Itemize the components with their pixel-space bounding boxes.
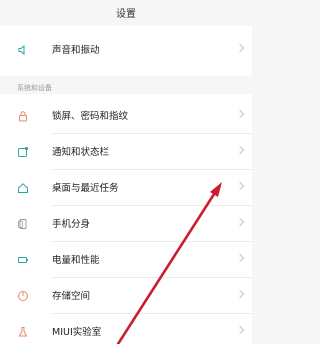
settings-item-label: 桌面与最近任务: [52, 183, 119, 194]
chevron-right-icon: [235, 145, 245, 155]
chevron-right-icon: [235, 325, 245, 335]
chevron-right-icon: [235, 109, 245, 119]
settings-item-dual-space[interactable]: 手机分身: [0, 206, 252, 242]
settings-item-label: 存储空间: [52, 291, 91, 302]
settings-item-storage[interactable]: 存储空间: [0, 278, 252, 314]
settings-item-battery[interactable]: 电量和性能: [0, 242, 252, 278]
settings-item-sound[interactable]: 声音和振动: [0, 32, 252, 68]
chevron-right-icon: [235, 181, 245, 191]
settings-item-label: 锁屏、密码和指纹: [52, 111, 129, 122]
settings-item-notifications[interactable]: 通知和状态栏: [0, 134, 252, 170]
home-icon: [18, 183, 28, 193]
settings-item-label: 手机分身: [52, 219, 91, 230]
lock-icon: [19, 111, 27, 122]
notification-icon: [18, 146, 29, 157]
settings-item-lockscreen[interactable]: 锁屏、密码和指纹: [0, 98, 252, 134]
settings-item-miui-lab[interactable]: MIUI实验室: [0, 314, 252, 344]
dual-phone-icon: [18, 219, 27, 229]
top-settings-group: 声音和振动: [0, 26, 252, 76]
settings-item-label: 声音和振动: [52, 45, 100, 56]
storage-icon: [18, 291, 28, 301]
speaker-icon: [18, 44, 25, 56]
chevron-right-icon: [235, 217, 245, 227]
lab-icon: [18, 327, 28, 337]
settings-item-label: 通知和状态栏: [52, 147, 110, 158]
page-title: 设置: [116, 9, 136, 20]
chevron-right-icon: [235, 253, 245, 263]
settings-item-home-screen[interactable]: 桌面与最近任务: [0, 170, 252, 206]
chevron-right-icon: [235, 289, 245, 299]
system-settings-group: 锁屏、密码和指纹 通知和状态栏 桌面与最近任务 手机分身 电量和性能 存储空间 …: [0, 94, 252, 344]
section-title-system: 系统和设备: [17, 84, 52, 92]
battery-icon: [18, 257, 28, 263]
settings-item-label: MIUI实验室: [52, 327, 102, 338]
settings-item-label: 电量和性能: [52, 255, 100, 266]
page-header: 设置: [0, 0, 252, 26]
chevron-right-icon: [235, 43, 245, 53]
